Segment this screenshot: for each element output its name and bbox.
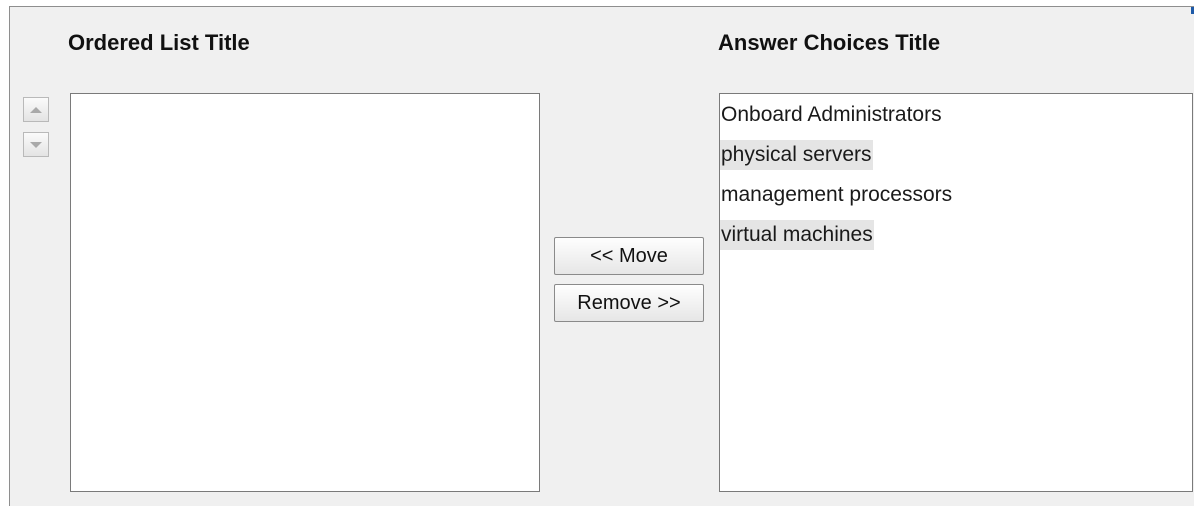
answer-choice-item[interactable]: virtual machines [720, 220, 874, 250]
remove-button[interactable]: Remove >> [554, 284, 704, 322]
arrow-down-icon [30, 141, 42, 148]
ordered-list-box[interactable] [70, 93, 540, 492]
answer-choice-item[interactable]: Onboard Administrators [720, 100, 943, 130]
answer-choices-title: Answer Choices Title [718, 30, 941, 55]
move-up-button[interactable] [23, 97, 49, 122]
arrow-up-icon [30, 106, 42, 113]
move-down-button[interactable] [23, 132, 49, 157]
ordered-list-title: Ordered List Title [68, 30, 250, 55]
answer-choices-box[interactable]: Onboard Administrators physical servers … [719, 93, 1193, 492]
answer-choice-item[interactable]: management processors [720, 180, 953, 210]
move-button[interactable]: << Move [554, 237, 704, 275]
answer-choice-item[interactable]: physical servers [720, 140, 873, 170]
